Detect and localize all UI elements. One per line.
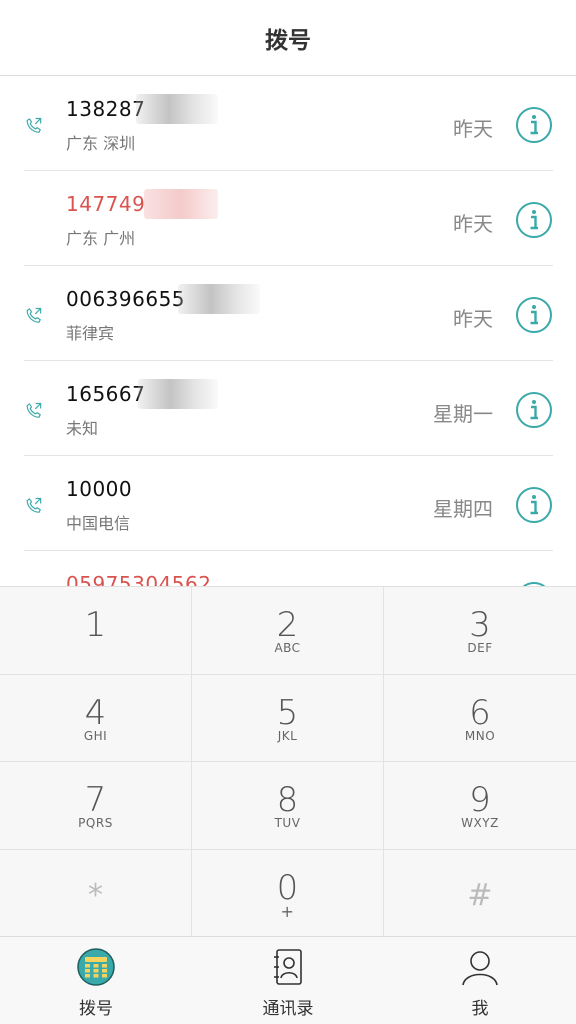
call-log-row[interactable]: 147749 广东 广州 昨天 bbox=[24, 171, 553, 266]
call-location: 未知 bbox=[66, 419, 99, 438]
key-digit: 1 bbox=[84, 605, 107, 645]
outgoing-call-icon bbox=[26, 402, 42, 418]
call-number: 138287 bbox=[66, 97, 146, 121]
info-icon[interactable] bbox=[515, 391, 553, 429]
key-digit: 3 bbox=[469, 605, 491, 645]
key-letters: MNO bbox=[464, 728, 496, 743]
info-icon[interactable] bbox=[515, 106, 553, 144]
star-symbol: * bbox=[88, 877, 103, 913]
key-6[interactable]: 6 MNO bbox=[384, 675, 576, 762]
tab-label: 我 bbox=[471, 999, 489, 1019]
key-letters: DEF bbox=[467, 641, 493, 655]
info-icon[interactable] bbox=[515, 486, 553, 524]
redaction-blur bbox=[138, 379, 218, 409]
key-digit: 8 bbox=[276, 780, 299, 820]
call-location: 广东 广州 bbox=[66, 229, 136, 248]
call-number: 05975304562 bbox=[66, 572, 212, 586]
tab-dial[interactable]: 拨号 bbox=[0, 937, 192, 1024]
key-7[interactable]: 7 PQRS bbox=[0, 762, 192, 850]
call-log-row[interactable]: 10000 中国电信 星期四 bbox=[24, 456, 553, 551]
key-letters: JKL bbox=[277, 728, 298, 743]
call-number: 147749 bbox=[66, 192, 146, 216]
key-3[interactable]: 3 DEF bbox=[384, 587, 576, 675]
key-letters: PQRS bbox=[78, 816, 113, 830]
hash-symbol: # bbox=[467, 877, 493, 913]
call-number: 165667 bbox=[66, 382, 146, 406]
key-4[interactable]: 4 GHI bbox=[0, 674, 192, 762]
bottom-tab-bar: 拨号 通讯录 我 bbox=[0, 936, 576, 1024]
redaction-blur bbox=[144, 189, 218, 219]
call-time: 星期四 bbox=[433, 497, 493, 521]
person-icon bbox=[462, 951, 498, 986]
redaction-blur bbox=[178, 284, 260, 314]
key-0[interactable]: 0 + bbox=[192, 849, 384, 937]
key-5[interactable]: 5 JKL bbox=[192, 674, 384, 762]
call-time: 星期一 bbox=[433, 402, 493, 426]
tab-label: 拨号 bbox=[79, 999, 113, 1019]
outgoing-call-icon bbox=[26, 117, 42, 133]
redaction-blur bbox=[136, 94, 218, 124]
call-time: 昨天 bbox=[453, 307, 493, 331]
key-2[interactable]: 2 ABC bbox=[192, 587, 384, 675]
outgoing-call-icon bbox=[26, 497, 42, 513]
info-icon[interactable] bbox=[515, 296, 553, 334]
call-log-row[interactable]: 138287 广东 深圳 昨天 bbox=[24, 76, 553, 171]
tab-contacts[interactable]: 通讯录 bbox=[192, 937, 384, 1024]
call-log-row[interactable]: 165667 未知 星期一 bbox=[24, 361, 553, 456]
call-log-row[interactable]: 05975304562 bbox=[24, 551, 553, 586]
key-letters: WXYZ bbox=[461, 816, 499, 830]
key-letters: TUV bbox=[274, 816, 301, 830]
outgoing-call-icon bbox=[26, 307, 42, 323]
tab-label: 通讯录 bbox=[262, 999, 314, 1019]
key-digit: 4 bbox=[84, 692, 107, 733]
key-1[interactable]: 1 bbox=[0, 587, 192, 675]
call-log-row[interactable]: 006396655 菲律宾 昨天 bbox=[24, 266, 553, 361]
key-star[interactable]: * bbox=[0, 849, 192, 937]
key-8[interactable]: 8 TUV bbox=[192, 762, 384, 850]
key-digit: 2 bbox=[276, 605, 299, 645]
key-letters: + bbox=[280, 901, 295, 921]
call-time: 昨天 bbox=[453, 212, 493, 236]
page-title: 拨号 bbox=[265, 27, 311, 54]
key-digit: 5 bbox=[276, 692, 299, 733]
info-icon[interactable] bbox=[515, 201, 553, 239]
call-location: 广东 深圳 bbox=[66, 134, 136, 153]
dialpad: 1 2 ABC 3 DEF 4 GHI 5 JKL 6 MNO 7 PQRS 8… bbox=[0, 586, 576, 938]
dialpad-icon bbox=[77, 948, 115, 986]
call-location: 中国电信 bbox=[66, 514, 131, 533]
call-number: 10000 bbox=[66, 477, 133, 501]
key-letters: GHI bbox=[83, 728, 108, 743]
call-time: 昨天 bbox=[453, 117, 493, 141]
call-log-list[interactable]: 138287 广东 深圳 昨天 147749 广东 广州 昨天 00639665… bbox=[0, 76, 576, 586]
key-digit: 6 bbox=[469, 692, 491, 733]
app-header: 拨号 bbox=[0, 0, 576, 76]
key-hash[interactable]: # bbox=[384, 850, 576, 938]
key-letters: ABC bbox=[274, 641, 301, 655]
contacts-book-icon bbox=[274, 949, 302, 985]
key-9[interactable]: 9 WXYZ bbox=[384, 762, 576, 850]
key-digit: 7 bbox=[84, 780, 107, 820]
tab-me[interactable]: 我 bbox=[384, 937, 576, 1024]
call-number: 006396655 bbox=[66, 287, 186, 311]
call-location: 菲律宾 bbox=[66, 324, 115, 343]
key-digit: 9 bbox=[469, 780, 491, 820]
